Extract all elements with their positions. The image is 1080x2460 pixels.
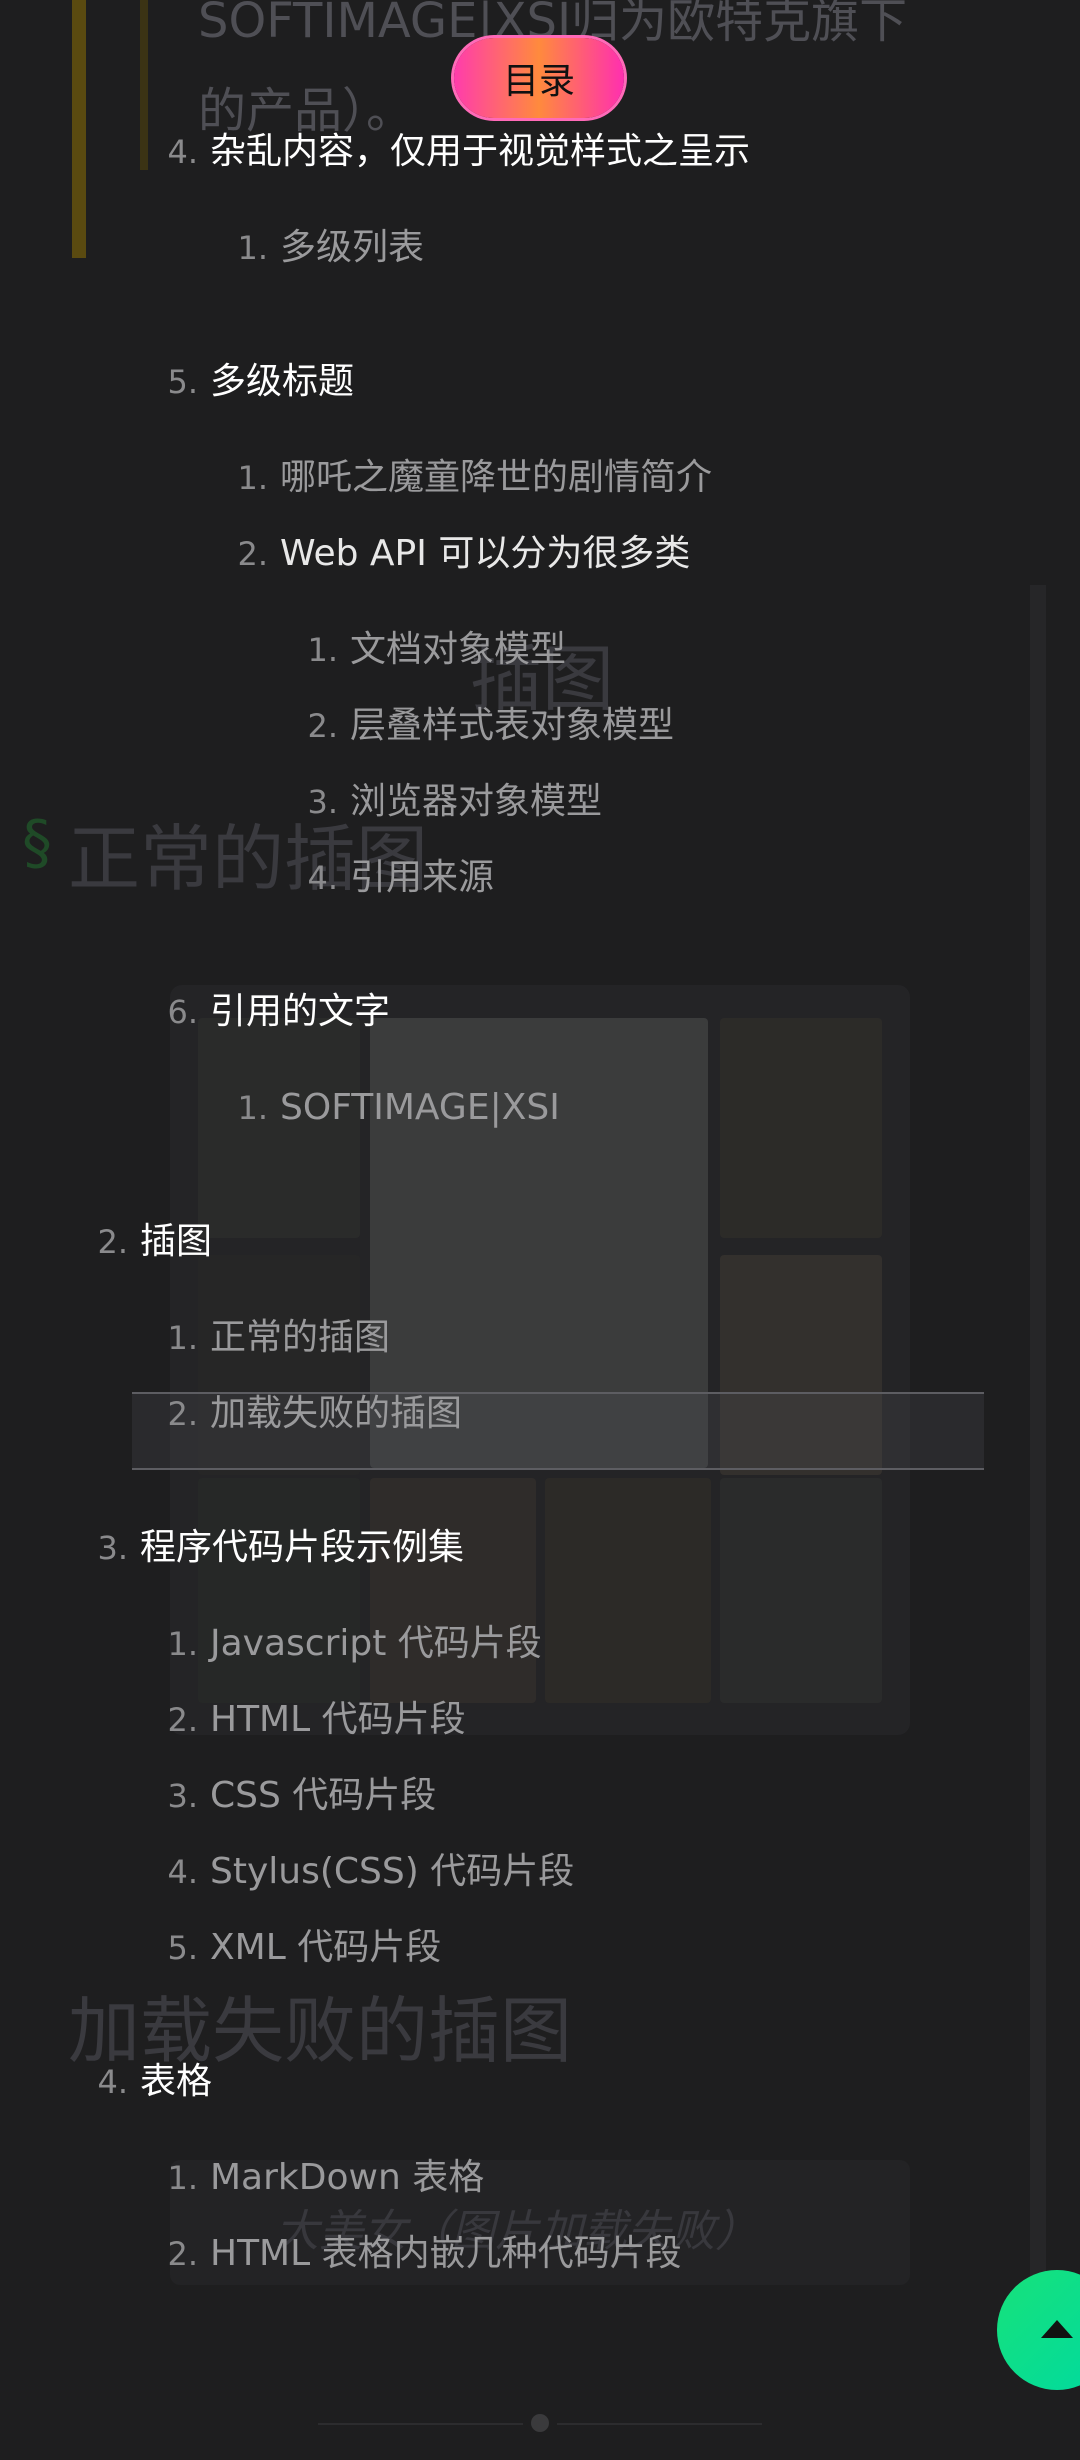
toc-item-number: 2. bbox=[97, 1223, 128, 1261]
toc-item-label: Stylus(CSS) 代码片段 bbox=[210, 1851, 575, 1892]
toc-item[interactable]: 2. 加载失败的插图 bbox=[138, 1396, 462, 1432]
toc-item-label: 正常的插图 bbox=[210, 1317, 391, 1358]
toc-item-number: 4. bbox=[167, 133, 198, 171]
toc-item-label: 哪吒之魔童降世的剧情简介 bbox=[280, 457, 713, 498]
toc-item-label: HTML 代码片段 bbox=[210, 1699, 466, 1740]
toc-item-label: 多级标题 bbox=[210, 361, 355, 402]
toc-toggle-button[interactable]: 目录 bbox=[454, 38, 624, 118]
toc-item[interactable]: 4. 表格 bbox=[68, 2064, 212, 2100]
toc-item-number: 4. bbox=[307, 859, 338, 897]
toc-item-label: 引用来源 bbox=[350, 857, 495, 898]
toc-item-label: XML 代码片段 bbox=[210, 1927, 442, 1968]
toc-item-number: 1. bbox=[237, 1089, 268, 1127]
toc-item-label: 多级列表 bbox=[280, 227, 425, 268]
toc-item[interactable]: 1. 哪吒之魔童降世的剧情简介 bbox=[208, 460, 712, 496]
toc-item[interactable]: 2. 层叠样式表对象模型 bbox=[278, 708, 674, 744]
toc-item-number: 1. bbox=[167, 1625, 198, 1663]
toc-item-number: 4. bbox=[97, 2063, 128, 2101]
toc-item-number: 5. bbox=[167, 363, 198, 401]
arrow-up-icon bbox=[1041, 2320, 1073, 2338]
toc-item-label: 表格 bbox=[140, 2061, 213, 2102]
toc-item-label: 杂乱内容，仅用于视觉样式之呈示 bbox=[210, 131, 751, 172]
toc-item[interactable]: 4. 杂乱内容，仅用于视觉样式之呈示 bbox=[138, 134, 750, 170]
toc-item[interactable]: 2. HTML 代码片段 bbox=[138, 1699, 466, 1740]
toc-item[interactable]: 6. 引用的文字 bbox=[138, 994, 390, 1030]
toc-item[interactable]: 1. 正常的插图 bbox=[138, 1320, 390, 1356]
toc-item-number: 5. bbox=[167, 1929, 198, 1967]
toc-item[interactable]: 2. HTML 表格内嵌几种代码片段 bbox=[138, 2233, 682, 2274]
toc-item[interactable]: 1. Javascript 代码片段 bbox=[138, 1623, 542, 1664]
toc-button-label: 目录 bbox=[502, 61, 575, 102]
toc-item-label: 层叠样式表对象模型 bbox=[350, 705, 675, 746]
toc-item-number: 3. bbox=[167, 1777, 198, 1815]
toc-item[interactable]: 1. MarkDown 表格 bbox=[138, 2160, 484, 2196]
toc-item-label: Web API 可以分为很多类 bbox=[280, 533, 691, 574]
toc-item-number: 3. bbox=[307, 783, 338, 821]
toc-item-label: SOFTIMAGE|XSI bbox=[280, 1087, 560, 1128]
toc-item-label: Javascript 代码片段 bbox=[210, 1623, 542, 1664]
toc-item-number: 1. bbox=[237, 459, 268, 497]
toc-item-label: 引用的文字 bbox=[210, 991, 391, 1032]
toc-item[interactable]: 4. Stylus(CSS) 代码片段 bbox=[138, 1854, 574, 1890]
toc-item-label: 程序代码片段示例集 bbox=[140, 1527, 465, 1568]
toc-item-number: 1. bbox=[237, 229, 268, 267]
toc-item-number: 2. bbox=[167, 2235, 198, 2273]
toc-item-number: 6. bbox=[167, 993, 198, 1031]
toc-item-number: 2. bbox=[167, 1701, 198, 1739]
table-of-contents: 4. 杂乱内容，仅用于视觉样式之呈示 1. 多级列表 5. 多级标题 1. 哪吒之魔童降世的剧… bbox=[0, 0, 1080, 2460]
toc-item[interactable]: 1. 多级列表 bbox=[208, 230, 424, 266]
toc-item-label: 浏览器对象模型 bbox=[350, 781, 603, 822]
toc-item[interactable]: 4. 引用来源 bbox=[278, 860, 494, 896]
toc-item-number: 2. bbox=[307, 707, 338, 745]
toc-item[interactable]: 2. Web API 可以分为很多类 bbox=[208, 536, 690, 572]
toc-item[interactable]: 5. 多级标题 bbox=[138, 364, 354, 400]
toc-item[interactable]: 3. 浏览器对象模型 bbox=[278, 784, 602, 820]
toc-item-number: 2. bbox=[167, 1395, 198, 1433]
toc-item[interactable]: 3. 程序代码片段示例集 bbox=[68, 1530, 464, 1566]
toc-item-number: 2. bbox=[237, 535, 268, 573]
toc-item-label: 加载失败的插图 bbox=[210, 1393, 463, 1434]
toc-item[interactable]: 1. 文档对象模型 bbox=[278, 632, 566, 668]
toc-item-label: HTML 表格内嵌几种代码片段 bbox=[210, 2233, 682, 2274]
toc-item[interactable]: 2. 插图 bbox=[68, 1224, 212, 1260]
toc-item-number: 3. bbox=[97, 1529, 128, 1567]
toc-item-number: 4. bbox=[167, 1853, 198, 1891]
toc-item[interactable]: 5. XML 代码片段 bbox=[138, 1930, 441, 1966]
toc-item-number: 1. bbox=[307, 631, 338, 669]
toc-item-number: 1. bbox=[167, 1319, 198, 1357]
toc-item-label: 插图 bbox=[140, 1221, 213, 1262]
toc-item-label: 文档对象模型 bbox=[350, 629, 567, 670]
toc-item-number: 1. bbox=[167, 2159, 198, 2197]
toc-item[interactable]: 3. CSS 代码片段 bbox=[138, 1778, 436, 1814]
toc-item[interactable]: 1. SOFTIMAGE|XSI bbox=[208, 1087, 560, 1128]
toc-item-label: CSS 代码片段 bbox=[210, 1775, 437, 1816]
toc-item-label: MarkDown 表格 bbox=[210, 2157, 485, 2198]
